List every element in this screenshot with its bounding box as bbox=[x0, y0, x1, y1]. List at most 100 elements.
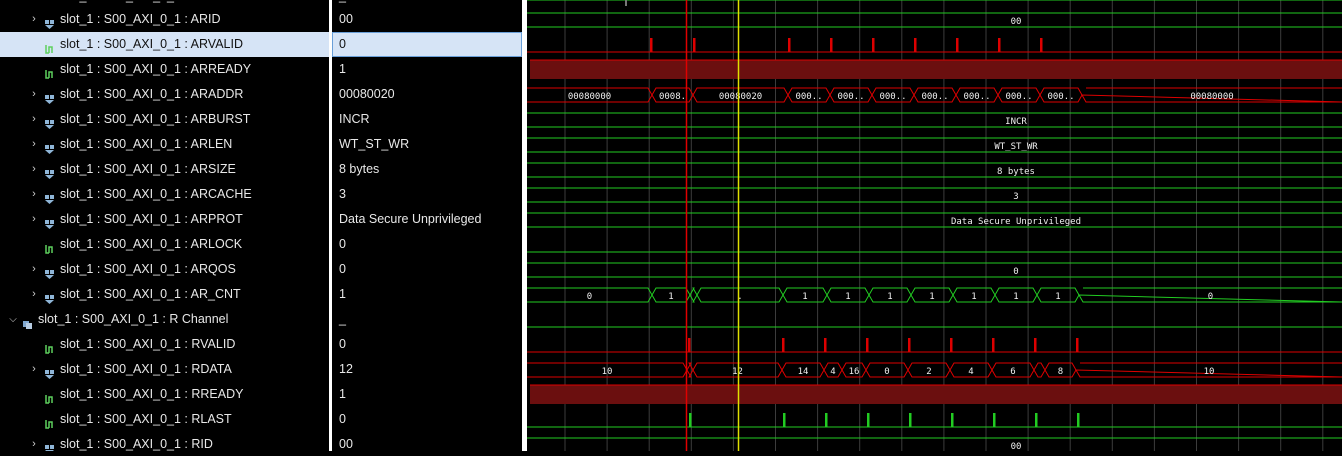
signal-row[interactable]: › slot_1 : S00_AXI_0_1 : ARQOS bbox=[0, 257, 329, 282]
signal-values-panel: _ 000100080020INCRWT_ST_WR8 bytes3Data S… bbox=[332, 0, 522, 451]
signal-value[interactable]: 00 bbox=[332, 432, 522, 451]
bit-pulse bbox=[1040, 38, 1043, 52]
signal-value[interactable]: 0 bbox=[332, 407, 522, 432]
bus-value-label: INCR bbox=[1005, 117, 1027, 127]
signal-value[interactable]: 0 bbox=[332, 232, 522, 257]
bit-pulse bbox=[830, 38, 833, 52]
signal-name: slot_1 : S00_AXI_0_1 : ARID bbox=[60, 12, 221, 26]
bus-segment-label: 0 bbox=[884, 367, 889, 377]
bus-segment-label: 10 bbox=[602, 367, 613, 377]
bit-high-band bbox=[530, 385, 1342, 404]
signal-row[interactable]: ⌵ slot_1 : S00_AXI_0_1 : R Channel bbox=[0, 307, 329, 332]
signal-row[interactable]: slot_1 : S00_AXI_0_1 : ARLOCK bbox=[0, 232, 329, 257]
bus-icon bbox=[44, 164, 55, 179]
bit-pulse bbox=[909, 413, 912, 427]
signal-row[interactable]: › slot_1 : S00_AXI_0_1 : ARADDR bbox=[0, 82, 329, 107]
bus-segment-label: 16 bbox=[849, 367, 860, 377]
chevron-right-icon[interactable]: › bbox=[29, 132, 39, 157]
bus-icon bbox=[44, 214, 55, 229]
bus-segment-label: 000.. bbox=[837, 92, 864, 102]
signal-row[interactable]: slot_1 : S00_AXI_0_1 : RVALID bbox=[0, 332, 329, 357]
bit-icon bbox=[44, 64, 55, 79]
bit-pulse bbox=[650, 38, 653, 52]
signal-row[interactable]: slot_1 : S00_AXI_0_1 : RLAST bbox=[0, 407, 329, 432]
bus-segment-label: 1 bbox=[1013, 292, 1018, 302]
bus-value-label: WT_ST_WR bbox=[994, 142, 1038, 152]
chevron-right-icon[interactable]: › bbox=[29, 207, 39, 232]
signal-row[interactable]: › slot_1 : S00_AXI_0_1 : AR_CNT bbox=[0, 282, 329, 307]
signal-names-panel: › slot_1 : S00_AXI_0_1 : AR... ›slot_1 :… bbox=[0, 0, 329, 451]
signal-name: slot_1 : S00_AXI_0_1 : RVALID bbox=[60, 337, 236, 351]
chevron-down-icon[interactable]: ⌵ bbox=[8, 307, 18, 332]
signal-row[interactable]: slot_1 : S00_AXI_0_1 : ARVALID bbox=[0, 32, 329, 57]
signal-value[interactable]: 1 bbox=[332, 282, 522, 307]
bit-high-band bbox=[530, 60, 1342, 79]
chevron-right-icon[interactable]: › bbox=[29, 282, 39, 307]
bus-segment-label: 14 bbox=[798, 367, 809, 377]
signal-name: slot_1 : S00_AXI_0_1 : ARSIZE bbox=[60, 162, 236, 176]
bus-segment-label: 4 bbox=[968, 367, 973, 377]
signal-row[interactable]: › slot_1 : S00_AXI_0_1 : RDATA bbox=[0, 357, 329, 382]
signal-name: slot_1 : S00_AXI_0_1 : RREADY bbox=[60, 387, 244, 401]
bus-icon bbox=[44, 14, 55, 29]
signal-value[interactable]: INCR bbox=[332, 107, 522, 132]
signal-name: slot_1 : S00_AXI_0_1 : ARLOCK bbox=[60, 237, 243, 251]
bus-segment-label: 0 bbox=[1208, 292, 1213, 302]
bus-value-label: 00 bbox=[1011, 17, 1022, 27]
signal-value[interactable]: Data Secure Unprivileged bbox=[332, 207, 522, 232]
waveform-panel[interactable]: 00 00080000 0008. 00080020 000.. 000.. 000.. 00… bbox=[527, 0, 1342, 453]
bus-icon bbox=[44, 139, 55, 154]
bus-segment-label: 00080000 bbox=[568, 92, 611, 102]
signal-value[interactable]: 8 bytes bbox=[332, 157, 522, 182]
bus-icon bbox=[44, 289, 55, 304]
signal-row[interactable]: › slot_1 : S00_AXI_0_1 : ARID bbox=[0, 7, 329, 32]
bit-pulse bbox=[993, 413, 996, 427]
signal-value[interactable]: 1 bbox=[332, 57, 522, 82]
bus-value-label: 8 bytes bbox=[997, 167, 1035, 177]
signal-row[interactable]: slot_1 : S00_AXI_0_1 : ARREADY bbox=[0, 57, 329, 82]
chevron-right-icon[interactable]: › bbox=[29, 107, 39, 132]
signal-value[interactable]: 3 bbox=[332, 182, 522, 207]
signal-name: slot_1 : S00_AXI_0_1 : R Channel bbox=[38, 312, 229, 326]
chevron-right-icon[interactable]: › bbox=[29, 257, 39, 282]
signal-value[interactable]: 00 bbox=[332, 7, 522, 32]
bit-pulse bbox=[824, 338, 827, 352]
signal-row[interactable]: › slot_1 : S00_AXI_0_1 : ARBURST bbox=[0, 107, 329, 132]
signal-row[interactable]: › slot_1 : S00_AXI_0_1 : ARPROT bbox=[0, 207, 329, 232]
bus-value-label: Data Secure Unprivileged bbox=[951, 217, 1081, 227]
signal-value[interactable]: _ bbox=[332, 307, 522, 332]
signal-name: slot_1 : S00_AXI_0_1 : ARPROT bbox=[60, 212, 243, 226]
chevron-right-icon[interactable]: › bbox=[29, 82, 39, 107]
signal-row[interactable]: › slot_1 : S00_AXI_0_1 : RID bbox=[0, 432, 329, 451]
signal-value[interactable]: WT_ST_WR bbox=[332, 132, 522, 157]
signal-value[interactable]: 00080020 bbox=[332, 82, 522, 107]
chevron-right-icon[interactable]: › bbox=[29, 7, 39, 32]
waveform-canvas[interactable]: 0000080000 0008. 00080020 000.. 000.. 000.. 00… bbox=[527, 0, 1342, 453]
bus-value-label: 00 bbox=[1011, 442, 1022, 451]
chevron-right-icon[interactable]: › bbox=[29, 182, 39, 207]
signal-row[interactable]: › slot_1 : S00_AXI_0_1 : ARCACHE bbox=[0, 182, 329, 207]
bus-segment-label: 000.. bbox=[1047, 92, 1074, 102]
bus-icon bbox=[44, 364, 55, 379]
signal-value[interactable]: 12 bbox=[332, 357, 522, 382]
signal-name: slot_1 : S00_AXI_0_1 : RID bbox=[60, 437, 213, 451]
signal-value[interactable]: 1 bbox=[332, 382, 522, 407]
bit-pulse bbox=[1076, 338, 1079, 352]
signal-value[interactable]: 0 bbox=[332, 257, 522, 282]
chevron-right-icon[interactable]: › bbox=[29, 157, 39, 182]
signal-name: slot_1 : S00_AXI_0_1 : AR_CNT bbox=[60, 287, 241, 301]
chevron-right-icon[interactable]: › bbox=[29, 357, 39, 382]
bus-segment-label: 000.. bbox=[963, 92, 990, 102]
signal-name: slot_1 : S00_AXI_0_1 : ARLEN bbox=[60, 137, 233, 151]
signal-row[interactable]: › slot_1 : S00_AXI_0_1 : ARLEN bbox=[0, 132, 329, 157]
signal-row[interactable]: slot_1 : S00_AXI_0_1 : RREADY bbox=[0, 382, 329, 407]
bus-segment-label: 00080020 bbox=[719, 92, 762, 102]
signal-value[interactable]: 0 bbox=[332, 32, 522, 57]
chevron-right-icon[interactable]: › bbox=[29, 432, 39, 451]
signal-value[interactable]: 0 bbox=[332, 332, 522, 357]
bit-pulse bbox=[992, 338, 995, 352]
bit-pulse bbox=[783, 413, 786, 427]
signal-row[interactable]: › slot_1 : S00_AXI_0_1 : ARSIZE bbox=[0, 157, 329, 182]
bus-segment-label: 1 bbox=[929, 292, 934, 302]
bus-icon bbox=[44, 89, 55, 104]
